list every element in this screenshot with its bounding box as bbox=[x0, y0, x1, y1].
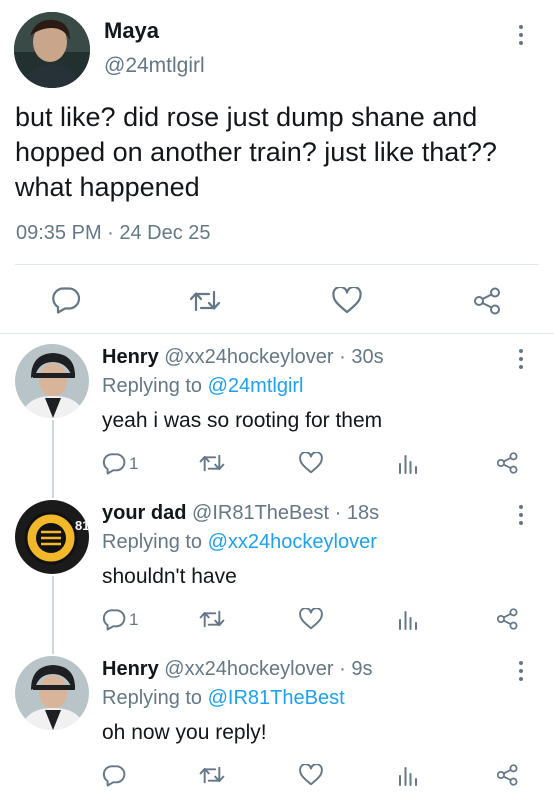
reply-text: yeah i was so rooting for them bbox=[102, 409, 383, 432]
reply-time: · 30s bbox=[339, 346, 384, 368]
thread-line bbox=[52, 576, 54, 654]
analytics-icon[interactable] bbox=[398, 608, 418, 630]
reply-author-name[interactable]: Henry bbox=[102, 658, 159, 680]
reply-count: 1 bbox=[129, 454, 139, 473]
reply-author-handle[interactable]: @xx24hockeylover bbox=[164, 658, 333, 680]
replying-to-link[interactable]: @xx24hockeylover bbox=[208, 531, 377, 553]
analytics-icon[interactable] bbox=[398, 764, 418, 786]
divider bbox=[15, 264, 539, 265]
divider bbox=[0, 333, 554, 334]
avatar[interactable] bbox=[15, 656, 89, 730]
retweet-icon[interactable] bbox=[189, 288, 221, 314]
reply-icon[interactable] bbox=[102, 452, 126, 475]
avatar[interactable] bbox=[14, 12, 90, 88]
reply-text: oh now you reply! bbox=[102, 721, 267, 744]
reply-header: Henry @xx24hockeylover · 30s bbox=[102, 346, 384, 369]
tweet-text-line: but like? did rose just dump shane and bbox=[15, 102, 478, 132]
tweet-text: but like? did rose just dump shane and h… bbox=[15, 100, 545, 205]
reply-icon[interactable] bbox=[51, 286, 81, 314]
replying-to: Replying to @xx24hockeylover bbox=[102, 531, 377, 554]
reply-icon[interactable] bbox=[102, 608, 126, 631]
reply-count: 1 bbox=[129, 610, 139, 629]
author-handle[interactable]: @24mtlgirl bbox=[104, 54, 205, 78]
replying-to-label: Replying to bbox=[102, 375, 203, 397]
reply-author-name[interactable]: your dad bbox=[102, 502, 186, 524]
share-icon[interactable] bbox=[496, 764, 520, 786]
reply-author-name[interactable]: Henry bbox=[102, 346, 159, 368]
reply-header: your dad @IR81TheBest · 18s bbox=[102, 502, 379, 525]
analytics-icon[interactable] bbox=[398, 452, 418, 474]
more-icon[interactable] bbox=[511, 500, 531, 530]
thread-line bbox=[52, 420, 54, 498]
replying-to-link[interactable]: @24mtlgirl bbox=[208, 375, 304, 397]
retweet-icon[interactable] bbox=[199, 764, 225, 786]
like-icon[interactable] bbox=[332, 287, 362, 314]
more-icon[interactable] bbox=[511, 656, 531, 686]
replying-to: Replying to @24mtlgirl bbox=[102, 375, 304, 398]
author-name[interactable]: Maya bbox=[104, 18, 159, 44]
more-icon[interactable] bbox=[511, 20, 531, 50]
reply-author-handle[interactable]: @xx24hockeylover bbox=[164, 346, 333, 368]
like-icon[interactable] bbox=[299, 608, 323, 630]
replying-to: Replying to @IR81TheBest bbox=[102, 687, 345, 710]
share-icon[interactable] bbox=[496, 608, 520, 630]
tweet-text-line: what happened bbox=[15, 172, 200, 202]
retweet-icon[interactable] bbox=[199, 452, 225, 474]
reply-author-handle[interactable]: @IR81TheBest bbox=[192, 502, 329, 524]
like-icon[interactable] bbox=[299, 764, 323, 786]
replying-to-link[interactable]: @IR81TheBest bbox=[208, 687, 345, 709]
retweet-icon[interactable] bbox=[199, 608, 225, 630]
avatar[interactable] bbox=[15, 344, 89, 418]
like-icon[interactable] bbox=[299, 452, 323, 474]
tweet-timestamp[interactable]: 09:35 PM · 24 Dec 25 bbox=[16, 222, 211, 245]
reply-header: Henry @xx24hockeylover · 9s bbox=[102, 658, 372, 681]
replying-to-label: Replying to bbox=[102, 531, 203, 553]
reply-icon[interactable] bbox=[102, 764, 126, 787]
replying-to-label: Replying to bbox=[102, 687, 203, 709]
svg-text:81: 81 bbox=[75, 518, 89, 533]
share-icon[interactable] bbox=[496, 452, 520, 474]
tweet-text-line: hopped on another train? just like that?… bbox=[15, 137, 497, 167]
reply-time: · 9s bbox=[339, 658, 373, 680]
more-icon[interactable] bbox=[511, 344, 531, 374]
reply-time: · 18s bbox=[334, 502, 380, 524]
share-icon[interactable] bbox=[473, 287, 503, 315]
reply-text: shouldn't have bbox=[102, 565, 237, 588]
avatar[interactable]: 81 bbox=[15, 500, 89, 574]
